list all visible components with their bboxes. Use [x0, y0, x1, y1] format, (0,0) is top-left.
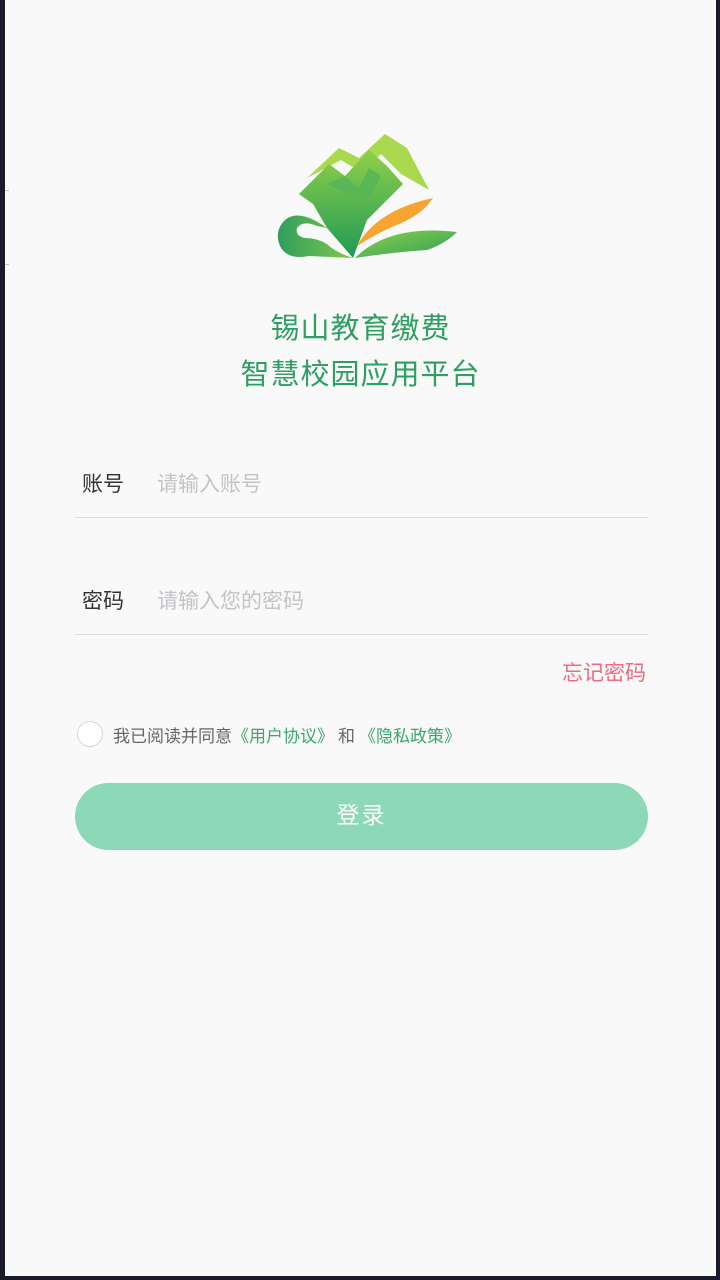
- privacy-policy-link[interactable]: 《隐私政策》: [359, 722, 461, 747]
- agreement-row: 我已阅读并同意 《用户协议》 和 《隐私政策》: [77, 718, 461, 750]
- agreement-and-text: 和: [338, 726, 355, 747]
- account-field: 账号: [75, 458, 648, 518]
- edge-divider: [5, 264, 9, 265]
- app-title-line2: 智慧校园应用平台: [240, 357, 481, 391]
- agreement-text: 我已阅读并同意: [113, 726, 232, 747]
- password-input[interactable]: [157, 581, 637, 621]
- agreement-checkbox[interactable]: [77, 721, 103, 747]
- edge-divider: [5, 190, 9, 191]
- password-field: 密码: [75, 575, 648, 635]
- account-input[interactable]: [157, 464, 637, 504]
- app-title-line1: 锡山教育缴费: [270, 311, 451, 345]
- forgot-password-link[interactable]: 忘记密码: [562, 658, 646, 688]
- user-agreement-link[interactable]: 《用户协议》: [232, 722, 334, 747]
- green-mountain-book-logo: [277, 134, 457, 258]
- account-label: 账号: [82, 472, 124, 496]
- password-label: 密码: [82, 589, 124, 613]
- login-button[interactable]: 登录: [75, 783, 648, 850]
- login-screen: 锡山教育缴费 智慧校园应用平台 账号 密码 忘记密码 我已阅读并同意 《用户协议…: [5, 0, 716, 1276]
